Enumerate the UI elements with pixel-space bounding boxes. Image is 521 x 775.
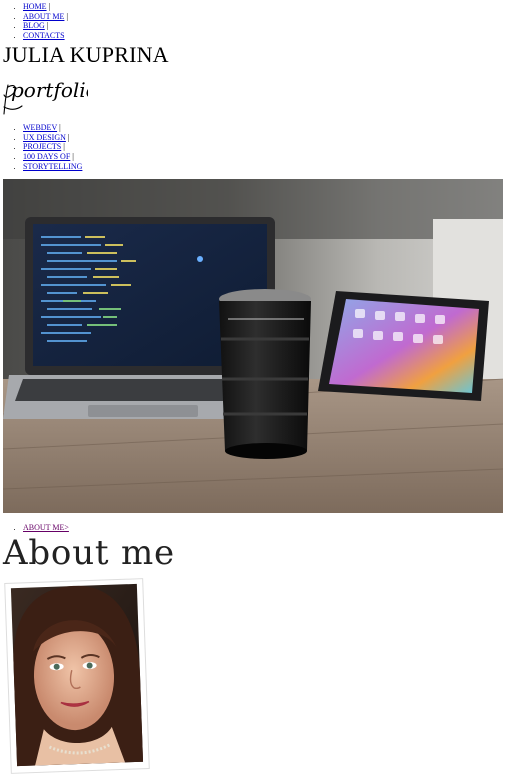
nav-item-about: ABOUT ME |	[23, 12, 68, 22]
breadcrumb: ABOUT ME>	[0, 523, 69, 533]
nav-item-blog: BLOG |	[23, 21, 68, 31]
nav-link-about-me[interactable]: ABOUT ME	[23, 12, 64, 21]
nav-link-blog[interactable]: BLOG	[23, 21, 45, 30]
hero-image-workspace	[3, 179, 503, 513]
cat-link-ux-design[interactable]: UX DESIGN	[23, 133, 66, 142]
site-title[interactable]: JULIA KUPRINA	[3, 42, 169, 68]
breadcrumb-link-about-me[interactable]: ABOUT ME>	[23, 523, 69, 532]
top-nav-menu: HOME | ABOUT ME | BLOG | CONTACTS	[0, 2, 68, 41]
cat-link-storytelling[interactable]: STORYTELLING	[23, 162, 82, 171]
svg-text:portfolio: portfolio	[11, 78, 88, 102]
cat-item-ux-design: UX DESIGN |	[23, 133, 82, 143]
cat-item-projects: PROJECTS |	[23, 142, 82, 152]
cat-link-100-days-of[interactable]: 100 DAYS OF	[23, 152, 70, 161]
breadcrumb-item: ABOUT ME>	[23, 523, 69, 533]
cat-item-storytelling: STORYTELLING	[23, 162, 82, 172]
cat-item-webdev: WEBDEV |	[23, 123, 82, 133]
nav-link-home[interactable]: HOME	[23, 2, 47, 11]
cat-item-100-days: 100 DAYS OF |	[23, 152, 82, 162]
category-nav-menu: WEBDEV | UX DESIGN | PROJECTS | 100 DAYS…	[0, 123, 82, 172]
nav-link-contacts[interactable]: CONTACTS	[23, 31, 65, 40]
nav-item-contacts: CONTACTS	[23, 31, 68, 41]
portfolio-logo[interactable]: portfolio	[2, 73, 88, 115]
cat-link-projects[interactable]: PROJECTS	[23, 142, 61, 151]
cat-link-webdev[interactable]: WEBDEV	[23, 123, 57, 132]
page-title: About me	[3, 533, 175, 573]
profile-photo	[4, 578, 150, 774]
nav-item-home: HOME |	[23, 2, 68, 12]
